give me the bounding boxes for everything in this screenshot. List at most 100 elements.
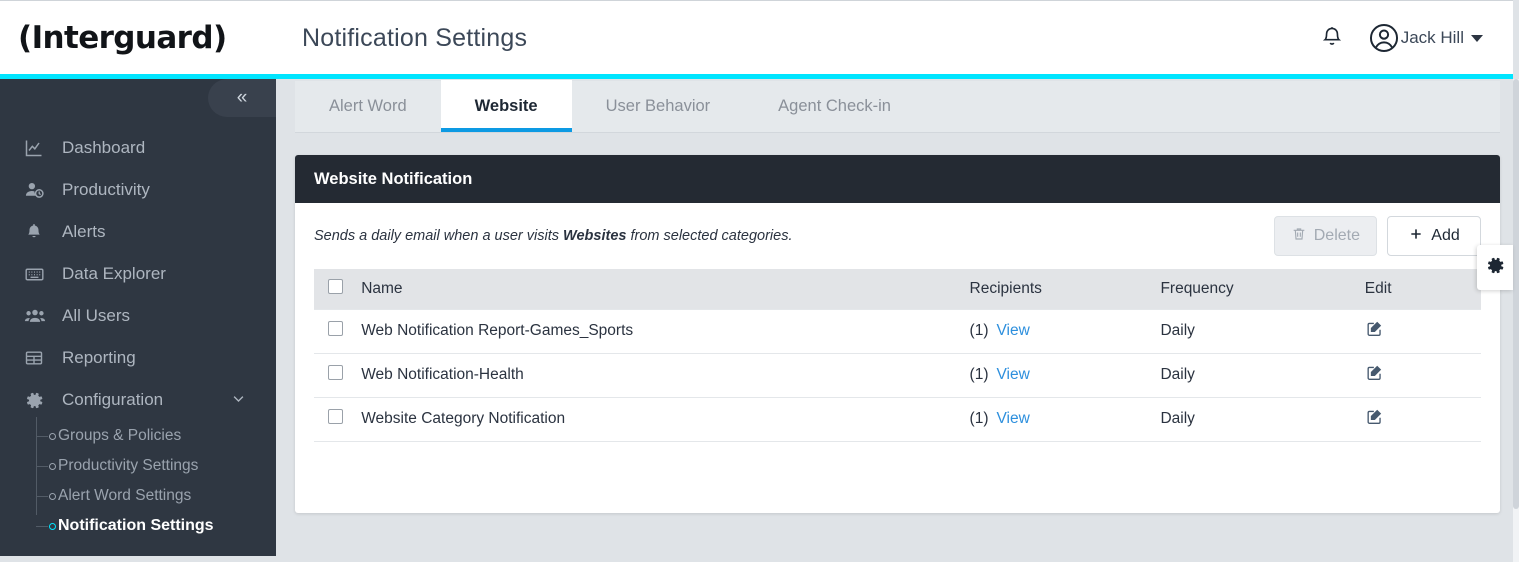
gear-icon: [1485, 255, 1506, 281]
recipients-view-link[interactable]: View: [996, 322, 1029, 339]
table-icon: [24, 348, 54, 368]
row-recipients: (1) View: [969, 308, 1161, 354]
sidebar-nav: Dashboard Productivity Alerts Data Explo…: [0, 119, 276, 541]
content-area: Alert Word Website User Behavior Agent C…: [276, 79, 1513, 562]
card-description: Sends a daily email when a user visits W…: [314, 228, 792, 244]
table-row[interactable]: Web Notification-Health (1) View Daily: [314, 353, 1481, 398]
bullet-icon: [49, 462, 56, 470]
tab-user-behavior[interactable]: User Behavior: [572, 80, 745, 132]
recipients-view-link[interactable]: View: [996, 366, 1029, 383]
sidebar-item-label: Productivity: [62, 180, 150, 199]
row-select-cell: [314, 308, 362, 354]
sidebar-item-label: Configuration: [62, 390, 164, 409]
sidebar-collapse-button[interactable]: «: [208, 79, 276, 117]
row-frequency: Daily: [1160, 353, 1365, 398]
description-suffix: from selected categories.: [626, 228, 793, 244]
sidebar-item-alert-word-settings[interactable]: Alert Word Settings: [36, 481, 276, 511]
page-title: Notification Settings: [302, 23, 528, 52]
select-all-checkbox[interactable]: [328, 278, 343, 294]
chevron-down-icon: [1471, 34, 1483, 42]
sidebar-item-label: Data Explorer: [62, 264, 166, 283]
sidebar-item-label: Reporting: [62, 348, 136, 367]
website-notification-card: Website Notification Sends a daily email…: [295, 155, 1500, 513]
row-recipients: (1) View: [969, 397, 1161, 442]
table-body: Web Notification Report-Games_Sports (1)…: [314, 308, 1481, 442]
card-body: Sends a daily email when a user visits W…: [295, 203, 1500, 442]
row-select-cell: [314, 353, 362, 398]
chevron-down-icon[interactable]: [231, 391, 246, 409]
sidebar-item-notification-settings[interactable]: Notification Settings: [36, 511, 276, 541]
card-toolbar: Sends a daily email when a user visits W…: [314, 203, 1481, 269]
sidebar-item-dashboard[interactable]: Dashboard: [0, 127, 276, 169]
top-header: (Interguard) Notification Settings Jack …: [0, 0, 1513, 76]
sidebar-item-all-users[interactable]: All Users: [0, 295, 276, 337]
row-name: Web Notification Report-Games_Sports: [361, 308, 970, 354]
row-checkbox[interactable]: [328, 321, 343, 336]
sidebar-subnav-configuration: Groups & Policies Productivity Settings …: [0, 417, 276, 541]
page-scrollbar-thumb[interactable]: [1513, 79, 1519, 509]
tab-bar: Alert Word Website User Behavior Agent C…: [295, 80, 1500, 133]
settings-panel-toggle[interactable]: [1477, 245, 1513, 290]
toolbar-actions: Delete Add: [1273, 216, 1481, 256]
edit-pencil-icon[interactable]: [1365, 319, 1384, 338]
column-header-frequency[interactable]: Frequency: [1160, 269, 1365, 309]
keyboard-grid-icon: [24, 264, 54, 285]
column-header-edit[interactable]: Edit: [1364, 269, 1481, 309]
row-select-cell: [314, 397, 362, 442]
bullet-icon: [49, 522, 56, 530]
delete-button[interactable]: Delete: [1273, 216, 1377, 256]
plus-icon: [1408, 226, 1424, 247]
edit-pencil-icon[interactable]: [1365, 363, 1384, 382]
add-button[interactable]: Add: [1387, 216, 1481, 256]
tab-agent-check-in[interactable]: Agent Check-in: [744, 80, 925, 132]
edit-pencil-icon[interactable]: [1365, 407, 1384, 426]
tab-alert-word[interactable]: Alert Word: [295, 80, 441, 132]
add-button-label: Add: [1431, 227, 1460, 244]
sidebar: « Dashboard Productivity Alerts Data Exp…: [0, 79, 276, 556]
bell-icon[interactable]: [1315, 21, 1349, 55]
sidebar-item-data-explorer[interactable]: Data Explorer: [0, 253, 276, 295]
recipients-count: (1): [969, 322, 989, 339]
sidebar-item-alerts[interactable]: Alerts: [0, 211, 276, 253]
row-edit-cell: [1364, 353, 1481, 398]
select-all-header: [314, 269, 362, 309]
description-prefix: Sends a daily email when a user visits: [314, 228, 564, 244]
sidebar-subitem-label: Alert Word Settings: [58, 487, 192, 504]
sidebar-item-productivity-settings[interactable]: Productivity Settings: [36, 451, 276, 481]
row-edit-cell: [1364, 397, 1481, 442]
row-name: Website Category Notification: [361, 397, 970, 442]
sidebar-item-label: All Users: [62, 306, 131, 325]
user-name: Jack Hill: [1400, 28, 1464, 47]
sidebar-item-groups-policies[interactable]: Groups & Policies: [36, 421, 276, 451]
bullet-icon: [49, 492, 56, 500]
column-header-name[interactable]: Name: [361, 269, 970, 309]
header-right-edge: [1507, 1, 1513, 76]
row-edit-cell: [1364, 308, 1481, 354]
brand-logo[interactable]: (Interguard): [0, 1, 276, 75]
users-icon: [24, 305, 54, 327]
tab-website[interactable]: Website: [440, 80, 572, 132]
recipients-view-link[interactable]: View: [996, 410, 1029, 427]
row-recipients: (1) View: [969, 353, 1161, 398]
sidebar-item-reporting[interactable]: Reporting: [0, 337, 276, 379]
sidebar-collapse-row: «: [0, 79, 276, 119]
app-root: (Interguard) Notification Settings Jack …: [0, 0, 1519, 562]
sidebar-item-productivity[interactable]: Productivity: [0, 169, 276, 211]
card-title: Website Notification: [295, 155, 1500, 203]
gear-icon: [24, 390, 54, 411]
user-menu[interactable]: Jack Hill: [1367, 21, 1483, 55]
page-scrollbar[interactable]: [1513, 79, 1519, 562]
bullet-icon: [49, 432, 56, 440]
table-row[interactable]: Web Notification Report-Games_Sports (1)…: [314, 308, 1481, 354]
table-header: Name Recipients Frequency Edit: [314, 269, 1481, 309]
sidebar-item-configuration[interactable]: Configuration: [0, 379, 276, 421]
table-row[interactable]: Website Category Notification (1) View Da…: [314, 397, 1481, 442]
row-checkbox[interactable]: [328, 365, 343, 380]
recipients-count: (1): [969, 366, 989, 383]
sidebar-item-label: Alerts: [62, 222, 106, 241]
sidebar-subitem-label: Notification Settings: [58, 517, 214, 534]
notifications-table: Name Recipients Frequency Edit Web Notif…: [314, 269, 1481, 442]
user-clock-icon: [24, 180, 54, 201]
column-header-recipients[interactable]: Recipients: [969, 269, 1161, 309]
row-checkbox[interactable]: [328, 409, 343, 424]
